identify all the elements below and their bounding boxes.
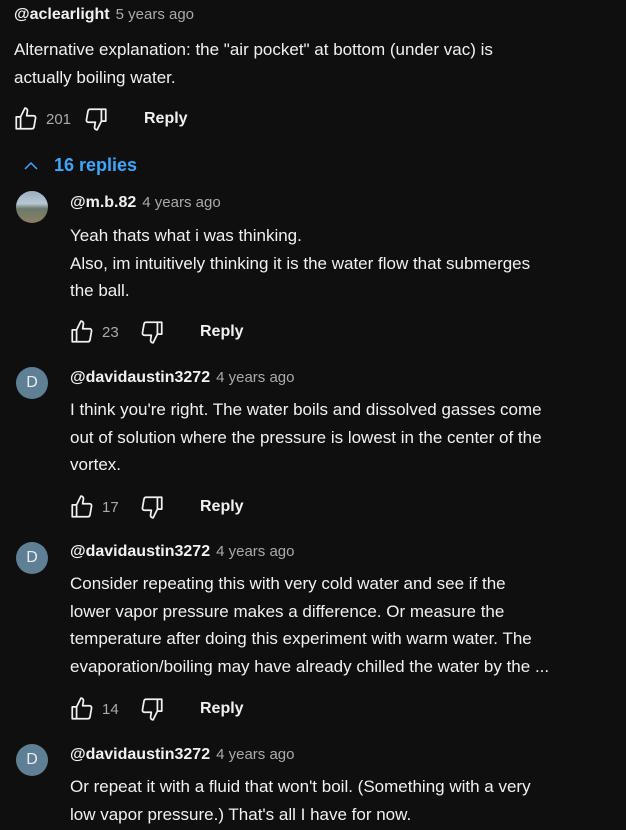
reply-header: @m.b.82 4 years ago	[70, 194, 221, 212]
reply-actions: 23 Reply	[68, 318, 244, 346]
like-count: 23	[102, 323, 119, 341]
dislike-icon[interactable]	[138, 493, 166, 521]
reply-author[interactable]: @davidaustin3272	[70, 746, 210, 763]
avatar[interactable]: D	[16, 744, 48, 776]
dislike-icon[interactable]	[138, 695, 166, 723]
reply-header: @davidaustin3272 4 years ago	[70, 369, 295, 387]
reply-actions: 17 Reply	[68, 493, 244, 521]
dislike-icon[interactable]	[82, 105, 110, 133]
like-icon[interactable]	[68, 493, 96, 521]
like-count: 201	[46, 110, 72, 128]
reply-author[interactable]: @davidaustin3272	[70, 369, 210, 386]
comment-author[interactable]: @aclearlight	[14, 6, 110, 23]
replies-toggle-button[interactable]: 16 replies	[22, 155, 137, 176]
comment-time[interactable]: 5 years ago	[116, 6, 194, 23]
reply-header: @davidaustin3272 4 years ago	[70, 543, 295, 561]
chevron-up-icon	[24, 161, 38, 170]
reply-header: @davidaustin3272 4 years ago	[70, 746, 295, 764]
reply-author[interactable]: @m.b.82	[70, 194, 136, 211]
like-icon[interactable]	[68, 695, 96, 723]
reply-text: Or repeat it with a fluid that won't boi…	[70, 777, 531, 824]
reply-time[interactable]: 4 years ago	[216, 543, 294, 560]
reply-time[interactable]: 4 years ago	[216, 369, 294, 386]
reply-text: Yeah thats what i was thinking. Also, im…	[70, 226, 531, 300]
replies-count: 16 replies	[54, 155, 138, 175]
comment-actions: 201 Reply	[12, 105, 188, 133]
avatar[interactable]: D	[16, 542, 48, 574]
avatar[interactable]	[16, 191, 48, 223]
reply-button[interactable]: Reply	[200, 498, 244, 516]
like-icon[interactable]	[68, 318, 96, 346]
reply-author[interactable]: @davidaustin3272	[70, 543, 210, 560]
comment-header: @aclearlight 5 years ago	[14, 6, 194, 24]
reply-button[interactable]: Reply	[200, 700, 244, 718]
reply-actions: 14 Reply	[68, 695, 244, 723]
like-icon[interactable]	[12, 105, 40, 133]
reply-text: Consider repeating this with very cold w…	[70, 574, 550, 676]
comment-text: Alternative explanation: the "air pocket…	[14, 40, 493, 87]
like-count: 17	[102, 498, 119, 516]
reply-time[interactable]: 4 years ago	[142, 194, 220, 211]
dislike-icon[interactable]	[138, 318, 166, 346]
reply-text: I think you're right. The water boils an…	[70, 400, 542, 474]
avatar[interactable]: D	[16, 367, 48, 399]
reply-time[interactable]: 4 years ago	[216, 746, 294, 763]
reply-button[interactable]: Reply	[200, 323, 244, 341]
like-count: 14	[102, 700, 119, 718]
reply-button[interactable]: Reply	[144, 110, 188, 128]
